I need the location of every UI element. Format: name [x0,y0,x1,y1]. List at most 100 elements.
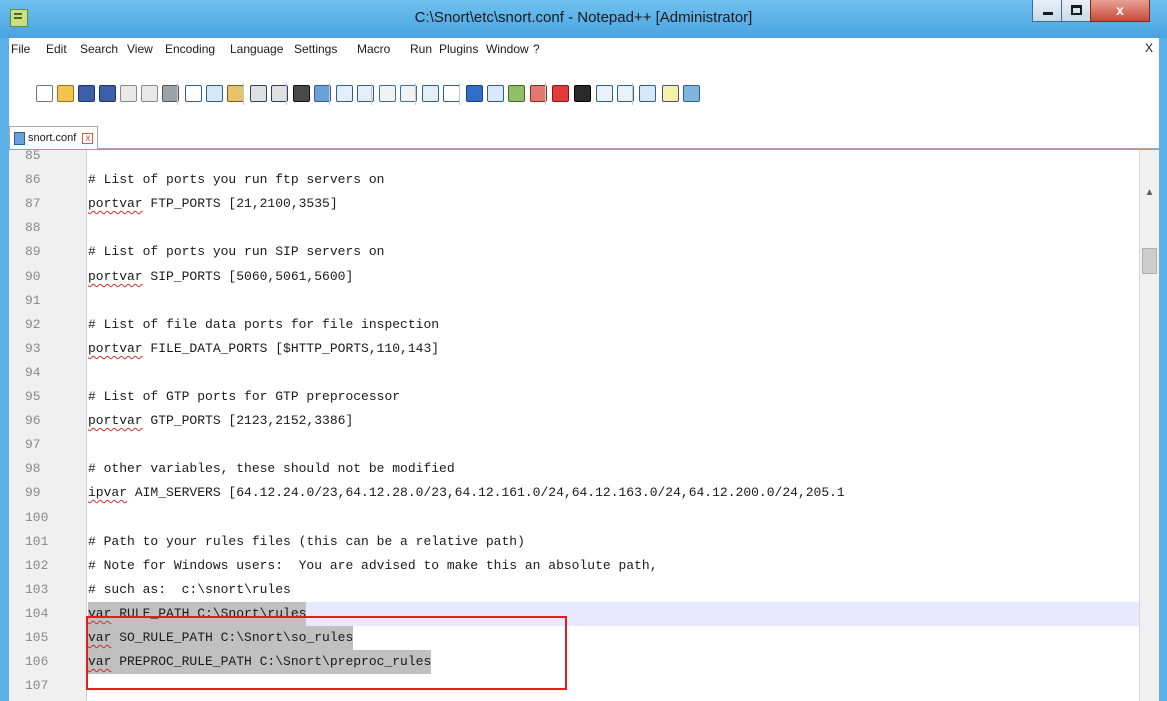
menu-language[interactable]: Language [230,42,283,56]
toolbar-separator [286,83,287,105]
line-number: 92 [25,317,41,332]
close-icon[interactable] [120,85,137,102]
line-number: 100 [25,510,49,525]
line-number: 105 [25,630,49,645]
line-number: 95 [25,389,41,404]
toolbar [9,61,1159,124]
code-line[interactable]: # Path to your rules files (this can be … [88,530,1139,554]
code-text-token: GTP_PORTS [2123,2152,3386] [142,413,354,428]
title-bar[interactable]: C:\Snort\etc\snort.conf - Notepad++ [Adm… [0,0,1167,38]
code-line[interactable]: # such as: c:\snort\rules [88,578,1139,602]
code-line[interactable]: ipvar AIM_SERVERS [64.12.24.0/23,64.12.2… [88,481,1139,505]
minimize-button[interactable] [1032,0,1062,22]
close-all-icon[interactable] [141,85,158,102]
minimize-icon [1043,12,1053,15]
menu-settings[interactable]: Settings [294,42,337,56]
new-file-icon[interactable] [36,85,53,102]
menu-help[interactable]: ? [533,42,540,56]
zoom-in-icon[interactable] [336,85,353,102]
menu-search[interactable]: Search [80,42,118,56]
indent-guide-icon[interactable] [466,85,483,102]
code-line[interactable] [88,433,1139,457]
menu-bar: File Edit Search View Encoding Language Settin… [9,38,1159,61]
code-line[interactable] [88,216,1139,240]
menu-encoding[interactable]: Encoding [165,42,215,56]
maximize-button[interactable] [1061,0,1091,22]
show-all-chars-icon[interactable] [443,85,460,102]
copy-icon[interactable] [206,85,223,102]
code-text-token: # List of file data ports for file inspe… [88,317,440,332]
tab-close-icon[interactable]: x [82,132,94,144]
code-text-token: FTP_PORTS [21,2100,3535] [142,196,338,211]
tab-snort-conf[interactable]: snort.conf x [9,126,99,149]
line-number: 88 [25,220,41,235]
menu-edit[interactable]: Edit [46,42,67,56]
menu-close-document-button[interactable]: X [1145,41,1153,55]
find-icon[interactable] [293,85,310,102]
close-window-button[interactable]: x [1090,0,1150,22]
notepadpp-window: C:\Snort\etc\snort.conf - Notepad++ [Adm… [0,0,1167,701]
stop-macro-icon[interactable] [574,85,591,102]
code-line-text: # List of ports you run SIP servers on [88,240,384,264]
menu-macro[interactable]: Macro [357,42,390,56]
menu-window[interactable]: Window [486,42,529,56]
save-all-icon[interactable] [99,85,116,102]
cut-icon[interactable] [185,85,202,102]
menu-plugins[interactable]: Plugins [439,42,478,56]
code-text-token: # such as: c:\snort\rules [88,582,291,597]
line-number: 96 [25,413,41,428]
code-line[interactable] [88,506,1139,530]
code-line[interactable] [88,150,1139,168]
toolbar-separator [459,83,460,105]
menu-run[interactable]: Run [410,42,432,56]
paste-icon[interactable] [227,85,244,102]
toolbar-separator [243,83,244,105]
code-line[interactable]: portvar FILE_DATA_PORTS [$HTTP_PORTS,110… [88,337,1139,361]
record-macro-icon[interactable] [552,85,569,102]
code-line[interactable] [88,361,1139,385]
undo-icon[interactable] [250,85,267,102]
vertical-scrollbar[interactable]: ▲ [1139,150,1159,701]
open-file-icon[interactable] [57,85,74,102]
function-list-icon[interactable] [508,85,525,102]
window-title: C:\Snort\etc\snort.conf - Notepad++ [Adm… [414,9,753,26]
scrollbar-thumb[interactable] [1142,248,1157,274]
toolbar-separator [329,83,330,105]
code-line[interactable]: # List of GTP ports for GTP preprocessor [88,385,1139,409]
code-text-token: # other variables, these should not be m… [88,461,455,476]
code-line[interactable]: portvar FTP_PORTS [21,2100,3535] [88,192,1139,216]
play-macro-icon[interactable] [596,85,613,102]
code-text-token: SIP_PORTS [5060,5061,5600] [142,269,354,284]
code-line-text: # other variables, these should not be m… [88,457,455,481]
line-number: 104 [25,606,49,621]
word-wrap-icon[interactable] [422,85,439,102]
code-line[interactable]: # Note for Windows users: You are advise… [88,554,1139,578]
code-line[interactable]: # List of ports you run ftp servers on [88,168,1139,192]
line-number-gutter: 85 86 87 88 89 90 91 92 93 94 95 96 97 98 99 100 101 102 1… [9,150,87,701]
code-line[interactable] [88,289,1139,313]
line-number: 90 [25,269,41,284]
code-line-text: portvar FILE_DATA_PORTS [$HTTP_PORTS,110… [88,337,439,361]
code-line[interactable]: # List of ports you run SIP servers on [88,240,1139,264]
menu-view[interactable]: View [127,42,153,56]
save-icon[interactable] [78,85,95,102]
code-line[interactable]: # other variables, these should not be m… [88,457,1139,481]
doc-map-icon[interactable] [487,85,504,102]
line-number: 91 [25,293,41,308]
document-icon [14,131,25,145]
code-line[interactable]: portvar GTP_PORTS [2123,2152,3386] [88,409,1139,433]
menu-file[interactable]: File [11,42,30,56]
scroll-up-arrow-icon[interactable]: ▲ [1142,185,1157,200]
tab-strip: snort.conf x [9,124,1159,149]
code-line-text: # List of GTP ports for GTP preprocessor [88,385,400,409]
plugin-icon[interactable] [683,85,700,102]
code-line-text: # List of file data ports for file inspe… [88,313,439,337]
spellcheck-icon[interactable] [662,85,679,102]
line-number: 87 [25,196,41,211]
sync-vertical-icon[interactable] [379,85,396,102]
save-macro-icon[interactable] [639,85,656,102]
line-number: 106 [25,654,49,669]
code-line[interactable]: portvar SIP_PORTS [5060,5061,5600] [88,265,1139,289]
code-line[interactable]: # List of file data ports for file inspe… [88,313,1139,337]
highlight-box [86,616,567,690]
